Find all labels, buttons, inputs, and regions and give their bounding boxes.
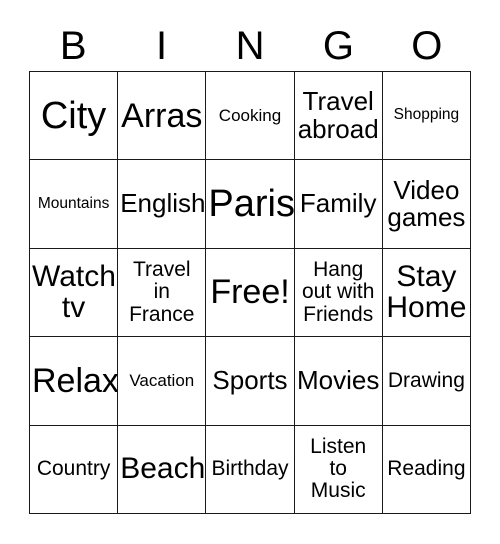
- bingo-cell-label: Drawing: [387, 368, 465, 392]
- bingo-grid: City Arras Cooking Travel abroad Shoppin…: [29, 71, 471, 514]
- bingo-cell-label: Stay Home: [386, 259, 467, 325]
- bingo-cell[interactable]: Travel abroad: [294, 72, 383, 161]
- bingo-cell-label: Listen to Music: [310, 434, 367, 503]
- bingo-cell[interactable]: Watch tv: [30, 248, 119, 338]
- bingo-cell[interactable]: Mountains: [30, 160, 119, 249]
- bingo-cell-label: Country: [36, 457, 111, 481]
- header-letter-o: O: [411, 24, 443, 68]
- bingo-cell[interactable]: Listen to Music: [294, 425, 383, 514]
- bingo-cell[interactable]: Video games: [382, 160, 471, 249]
- header-letter-g: G: [322, 24, 354, 68]
- bingo-cell[interactable]: Birthday: [206, 425, 295, 514]
- bingo-cell-label: Paris: [208, 182, 295, 225]
- bingo-cell-label: Family: [299, 188, 377, 219]
- bingo-cell[interactable]: Reading: [382, 425, 471, 514]
- bingo-cell[interactable]: Beach: [118, 425, 207, 514]
- header-letter-b: B: [59, 24, 87, 68]
- bingo-cell-label: Arras: [121, 96, 203, 135]
- bingo-cell-label: Watch tv: [32, 259, 116, 325]
- bingo-cell-label: Free!: [210, 273, 290, 312]
- bingo-cell[interactable]: Cooking: [206, 72, 295, 161]
- bingo-cell[interactable]: Travel in France: [118, 248, 207, 338]
- bingo-cell-label: Birthday: [211, 457, 289, 481]
- bingo-cell-label: Movies: [297, 365, 380, 396]
- bingo-cell-free[interactable]: Free!: [206, 248, 295, 338]
- bingo-cell-label: Cooking: [218, 105, 282, 125]
- bingo-cell[interactable]: Movies: [294, 337, 383, 426]
- bingo-cell-label: Beach: [120, 452, 206, 486]
- bingo-cell[interactable]: Shopping: [382, 72, 471, 161]
- bingo-cell[interactable]: English: [118, 160, 207, 249]
- bingo-cell-label: Shopping: [393, 106, 460, 124]
- bingo-cell-label: Travel abroad: [297, 86, 379, 144]
- bingo-cell[interactable]: Vacation: [118, 337, 207, 426]
- bingo-cell-label: Hang out with Friends: [302, 258, 375, 326]
- bingo-cell[interactable]: Country: [30, 425, 119, 514]
- bingo-cell[interactable]: Hang out with Friends: [294, 248, 383, 338]
- bingo-cell-label: Reading: [387, 457, 466, 481]
- header-letter-i: I: [156, 24, 168, 68]
- bingo-card: B I N G O City Arras Cooking Travel abro…: [0, 0, 500, 544]
- bingo-cell[interactable]: Family: [294, 160, 383, 249]
- bingo-cell-label: Video games: [387, 174, 466, 233]
- bingo-cell-label: English: [120, 188, 206, 219]
- bingo-cell-label: Travel in France: [129, 258, 195, 326]
- bingo-cell-label: Mountains: [37, 194, 110, 212]
- bingo-cell[interactable]: Relax: [30, 337, 119, 426]
- bingo-cell[interactable]: Stay Home: [382, 248, 471, 338]
- bingo-cell-label: Sports: [212, 365, 288, 396]
- bingo-cell-label: Relax: [32, 361, 119, 400]
- bingo-cell[interactable]: Drawing: [382, 337, 471, 426]
- bingo-cell[interactable]: Arras: [118, 72, 207, 161]
- bingo-header: B I N G O: [29, 22, 471, 70]
- bingo-cell-label: Vacation: [129, 370, 195, 390]
- bingo-cell[interactable]: Sports: [206, 337, 295, 426]
- bingo-cell[interactable]: Paris: [206, 160, 295, 249]
- header-letter-n: N: [235, 24, 265, 68]
- bingo-cell-label: City: [40, 94, 107, 137]
- bingo-cell[interactable]: City: [30, 72, 119, 161]
